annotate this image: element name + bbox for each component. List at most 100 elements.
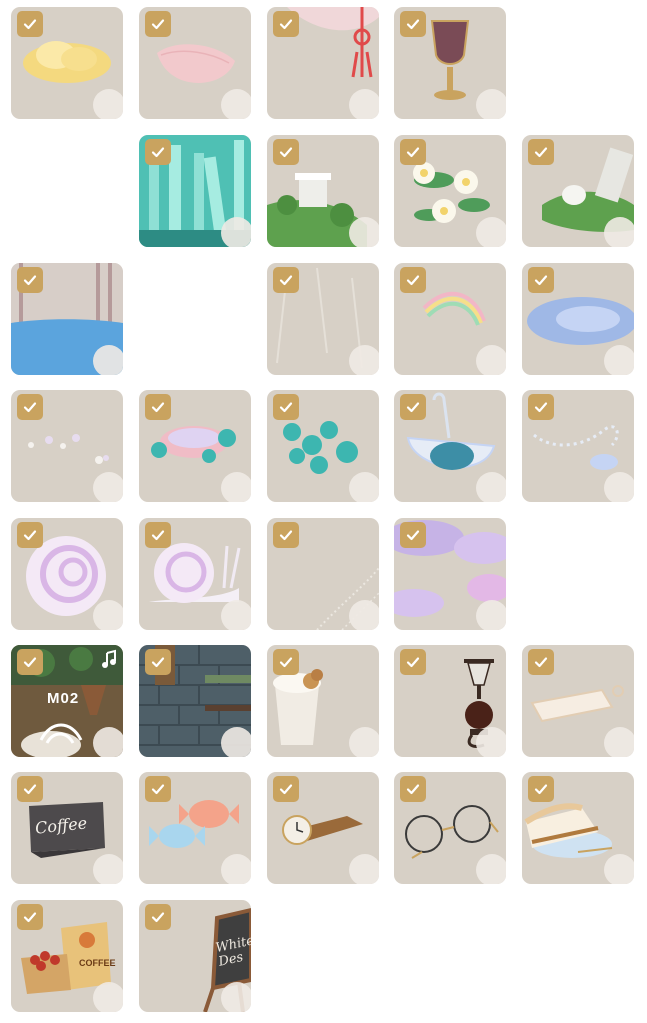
item-shell[interactable] [11, 518, 123, 630]
corner-badge [93, 345, 123, 375]
corner-badge [349, 472, 379, 502]
corner-badge [221, 217, 251, 247]
corner-badge [476, 600, 506, 630]
corner-badge [476, 89, 506, 119]
checkmark-icon [528, 649, 554, 675]
corner-badge [93, 727, 123, 757]
item-teal-pillars[interactable] [139, 135, 251, 247]
checkmark-icon [400, 776, 426, 802]
item-goblet[interactable] [394, 7, 506, 119]
checkmark-icon [145, 394, 171, 420]
corner-badge [221, 982, 251, 1012]
checkmark-icon [17, 11, 43, 37]
item-bubbles[interactable] [11, 390, 123, 502]
corner-badge [349, 854, 379, 884]
checkmark-icon [145, 139, 171, 165]
item-umbrella[interactable] [394, 390, 506, 502]
checkmark-icon [273, 11, 299, 37]
item-rain[interactable] [267, 263, 379, 375]
item-coffee-beans-sack[interactable]: COFFEE [11, 900, 123, 1012]
checkmark-icon [528, 776, 554, 802]
checkmark-icon [400, 649, 426, 675]
checkmark-icon [17, 649, 43, 675]
corner-badge [349, 345, 379, 375]
item-water-lilies[interactable] [394, 135, 506, 247]
item-cutting-board[interactable] [522, 645, 634, 757]
corner-badge [349, 89, 379, 119]
item-cafe-scene-music[interactable]: M02 [11, 645, 123, 757]
checkmark-icon [145, 776, 171, 802]
item-purple-haze[interactable] [394, 518, 506, 630]
checkmark-icon [273, 776, 299, 802]
corner-badge [604, 854, 634, 884]
checkmark-icon [17, 522, 43, 548]
item-candies[interactable] [139, 772, 251, 884]
checkmark-icon [528, 394, 554, 420]
item-flower-basin[interactable] [139, 390, 251, 502]
item-petal[interactable] [139, 7, 251, 119]
item-cloud[interactable] [11, 7, 123, 119]
corner-badge [604, 217, 634, 247]
item-pocket-watch[interactable] [267, 772, 379, 884]
checkmark-icon [400, 11, 426, 37]
checkmark-icon [400, 522, 426, 548]
checkmark-icon [400, 394, 426, 420]
corner-badge [221, 854, 251, 884]
corner-badge [221, 727, 251, 757]
corner-badge [349, 727, 379, 757]
corner-badge [604, 345, 634, 375]
checkmark-icon [273, 394, 299, 420]
corner-badge [93, 89, 123, 119]
item-clover-leaves[interactable] [267, 390, 379, 502]
corner-badge [93, 854, 123, 884]
corner-badge [476, 727, 506, 757]
checkmark-icon [273, 522, 299, 548]
checkmark-icon [273, 267, 299, 293]
checkmark-icon [17, 267, 43, 293]
corner-badge [476, 472, 506, 502]
corner-badge [476, 854, 506, 884]
corner-badge [93, 982, 123, 1012]
checkmark-icon [145, 522, 171, 548]
corner-badge [604, 472, 634, 502]
checkmark-icon [528, 267, 554, 293]
checkmark-icon [145, 11, 171, 37]
item-pearl-string[interactable] [522, 390, 634, 502]
item-cake-slice[interactable] [522, 772, 634, 884]
item-pillar-ruin[interactable] [267, 135, 379, 247]
item-brick-wall-cafe[interactable] [139, 645, 251, 757]
checkmark-icon [273, 139, 299, 165]
item-glasses[interactable] [394, 772, 506, 884]
item-rainbow[interactable] [394, 263, 506, 375]
corner-badge [221, 472, 251, 502]
item-curtain-ribbon[interactable] [267, 7, 379, 119]
corner-badge [93, 600, 123, 630]
corner-badge [221, 600, 251, 630]
corner-badge [604, 727, 634, 757]
item-broken-column[interactable] [522, 135, 634, 247]
item-pool[interactable] [11, 263, 123, 375]
item-siphon-coffee-maker[interactable] [394, 645, 506, 757]
item-puddle[interactable] [522, 263, 634, 375]
checkmark-icon [145, 649, 171, 675]
corner-badge [476, 345, 506, 375]
checkmark-icon [145, 904, 171, 930]
corner-badge [349, 217, 379, 247]
checkmark-icon [400, 267, 426, 293]
item-coffee-sign[interactable]: Coffee [11, 772, 123, 884]
item-chalkboard[interactable]: White Des [139, 900, 251, 1012]
checkmark-icon [528, 139, 554, 165]
checkmark-icon [17, 904, 43, 930]
checkmark-icon [273, 649, 299, 675]
checkmark-icon [17, 394, 43, 420]
item-snail[interactable] [139, 518, 251, 630]
corner-badge [93, 472, 123, 502]
coffee-sack-text: COFFEE [79, 958, 116, 968]
corner-badge [221, 89, 251, 119]
corner-badge [349, 600, 379, 630]
checkmark-icon [17, 776, 43, 802]
corner-badge [476, 217, 506, 247]
item-cobweb[interactable] [267, 518, 379, 630]
room-code-label: M02 [47, 690, 80, 707]
item-latte-cup[interactable] [267, 645, 379, 757]
